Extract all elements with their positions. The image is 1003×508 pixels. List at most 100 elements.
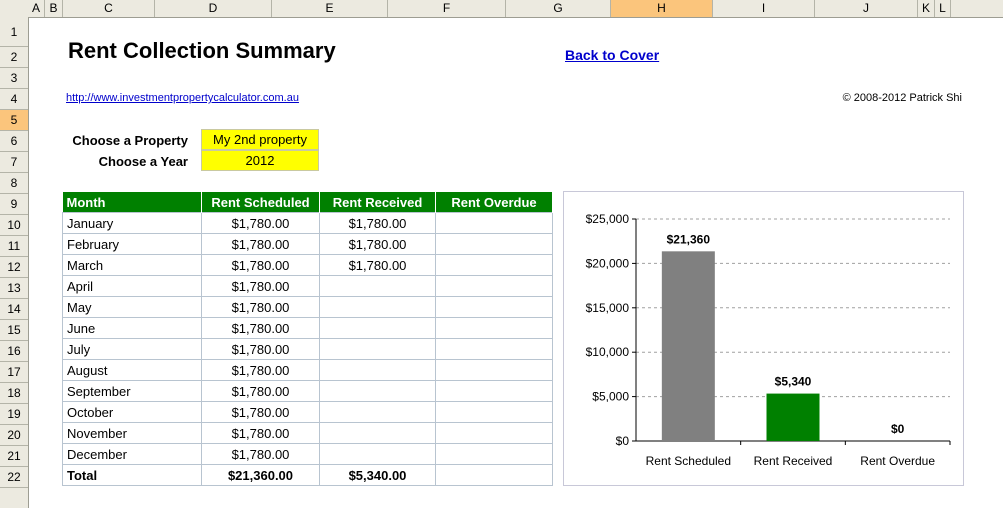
table-row: December $1,780.00 <box>62 443 553 465</box>
cell-month[interactable]: April <box>62 275 202 297</box>
table-row: May $1,780.00 <box>62 296 553 318</box>
row-header-18[interactable]: 18 <box>0 383 28 404</box>
row-header-2[interactable]: 2 <box>0 47 28 68</box>
row-header-3[interactable]: 3 <box>0 68 28 89</box>
row-header-7[interactable]: 7 <box>0 152 28 173</box>
cell-rent-overdue[interactable] <box>435 254 553 276</box>
cell-month[interactable]: May <box>62 296 202 318</box>
total-rent-received[interactable]: $5,340.00 <box>319 464 436 486</box>
row-header-6[interactable]: 6 <box>0 131 28 152</box>
cell-rent-received[interactable] <box>319 422 436 444</box>
cell-month[interactable]: September <box>62 380 202 402</box>
cell-month[interactable]: July <box>62 338 202 360</box>
cell-rent-received[interactable] <box>319 401 436 423</box>
cell-rent-scheduled[interactable]: $1,780.00 <box>201 422 320 444</box>
column-header-g[interactable]: G <box>506 0 611 17</box>
row-header-11[interactable]: 11 <box>0 236 28 257</box>
cell-month[interactable]: June <box>62 317 202 339</box>
row-header-13[interactable]: 13 <box>0 278 28 299</box>
cell-rent-overdue[interactable] <box>435 380 553 402</box>
year-select-cell[interactable]: 2012 <box>201 150 319 171</box>
column-header-h[interactable]: H <box>611 0 713 17</box>
column-header-a[interactable]: A <box>28 0 45 17</box>
table-row: April $1,780.00 <box>62 275 553 297</box>
cell-rent-scheduled[interactable]: $1,780.00 <box>201 212 320 234</box>
data-label: $0 <box>891 422 905 436</box>
website-link[interactable]: http://www.investmentpropertycalculator.… <box>66 92 299 104</box>
cell-month[interactable]: January <box>62 212 202 234</box>
row-header-8[interactable]: 8 <box>0 173 28 194</box>
row-header-14[interactable]: 14 <box>0 299 28 320</box>
cell-rent-overdue[interactable] <box>435 359 553 381</box>
cell-month[interactable]: October <box>62 401 202 423</box>
total-rent-overdue[interactable] <box>435 464 553 486</box>
cell-rent-scheduled[interactable]: $1,780.00 <box>201 254 320 276</box>
cell-month[interactable]: December <box>62 443 202 465</box>
data-label: $21,360 <box>667 232 711 246</box>
row-header-22[interactable]: 22 <box>0 467 28 488</box>
cell-rent-scheduled[interactable]: $1,780.00 <box>201 380 320 402</box>
cell-rent-received[interactable] <box>319 380 436 402</box>
cell-rent-received[interactable]: $1,780.00 <box>319 233 436 255</box>
cell-rent-received[interactable] <box>319 275 436 297</box>
cell-rent-scheduled[interactable]: $1,780.00 <box>201 233 320 255</box>
cell-rent-overdue[interactable] <box>435 401 553 423</box>
table-total-row: Total $21,360.00 $5,340.00 <box>62 464 553 486</box>
cell-month[interactable]: August <box>62 359 202 381</box>
column-header-k[interactable]: K <box>918 0 935 17</box>
row-header-21[interactable]: 21 <box>0 446 28 467</box>
row-header-5[interactable]: 5 <box>0 110 28 131</box>
column-header-f[interactable]: F <box>388 0 506 17</box>
cell-rent-scheduled[interactable]: $1,780.00 <box>201 296 320 318</box>
cell-month[interactable]: March <box>62 254 202 276</box>
cell-rent-scheduled[interactable]: $1,780.00 <box>201 359 320 381</box>
total-rent-scheduled[interactable]: $21,360.00 <box>201 464 320 486</box>
column-header-b[interactable]: B <box>45 0 63 17</box>
column-header-e[interactable]: E <box>272 0 388 17</box>
cell-rent-scheduled[interactable]: $1,780.00 <box>201 401 320 423</box>
row-header-15[interactable]: 15 <box>0 320 28 341</box>
column-header-c[interactable]: C <box>63 0 155 17</box>
column-header-j[interactable]: J <box>815 0 918 17</box>
cell-rent-overdue[interactable] <box>435 443 553 465</box>
row-header-20[interactable]: 20 <box>0 425 28 446</box>
property-select-cell[interactable]: My 2nd property <box>201 129 319 150</box>
column-header-l[interactable]: L <box>935 0 951 17</box>
cell-rent-overdue[interactable] <box>435 317 553 339</box>
total-month[interactable]: Total <box>62 464 202 486</box>
row-header-12[interactable]: 12 <box>0 257 28 278</box>
row-header-9[interactable]: 9 <box>0 194 28 215</box>
back-to-cover-link[interactable]: Back to Cover <box>565 47 659 63</box>
cell-rent-received[interactable] <box>319 317 436 339</box>
cell-rent-received[interactable] <box>319 443 436 465</box>
column-header-i[interactable]: I <box>713 0 815 17</box>
row-header-10[interactable]: 10 <box>0 215 28 236</box>
rent-chart[interactable]: $0 $5,000 $10,000 $15,000 $20,000 $25,000 $21,… <box>563 191 964 486</box>
cell-rent-overdue[interactable] <box>435 233 553 255</box>
copyright-text: © 2008-2012 Patrick Shi <box>842 92 962 104</box>
cell-rent-received[interactable] <box>319 359 436 381</box>
cell-rent-overdue[interactable] <box>435 338 553 360</box>
row-header-17[interactable]: 17 <box>0 362 28 383</box>
cell-rent-received[interactable] <box>319 296 436 318</box>
cell-rent-scheduled[interactable]: $1,780.00 <box>201 443 320 465</box>
cell-rent-overdue[interactable] <box>435 422 553 444</box>
table-row: January $1,780.00 $1,780.00 <box>62 212 553 234</box>
cell-rent-received[interactable] <box>319 338 436 360</box>
cell-rent-overdue[interactable] <box>435 275 553 297</box>
cell-rent-scheduled[interactable]: $1,780.00 <box>201 275 320 297</box>
row-header-1[interactable]: 1 <box>0 17 28 47</box>
cell-month[interactable]: February <box>62 233 202 255</box>
cell-rent-received[interactable]: $1,780.00 <box>319 254 436 276</box>
cell-rent-overdue[interactable] <box>435 212 553 234</box>
cell-rent-scheduled[interactable]: $1,780.00 <box>201 317 320 339</box>
cell-rent-scheduled[interactable]: $1,780.00 <box>201 338 320 360</box>
row-header-16[interactable]: 16 <box>0 341 28 362</box>
cell-rent-received[interactable]: $1,780.00 <box>319 212 436 234</box>
header-rent-overdue: Rent Overdue <box>435 192 553 213</box>
cell-rent-overdue[interactable] <box>435 296 553 318</box>
row-header-4[interactable]: 4 <box>0 89 28 110</box>
cell-month[interactable]: November <box>62 422 202 444</box>
row-header-19[interactable]: 19 <box>0 404 28 425</box>
column-header-d[interactable]: D <box>155 0 272 17</box>
